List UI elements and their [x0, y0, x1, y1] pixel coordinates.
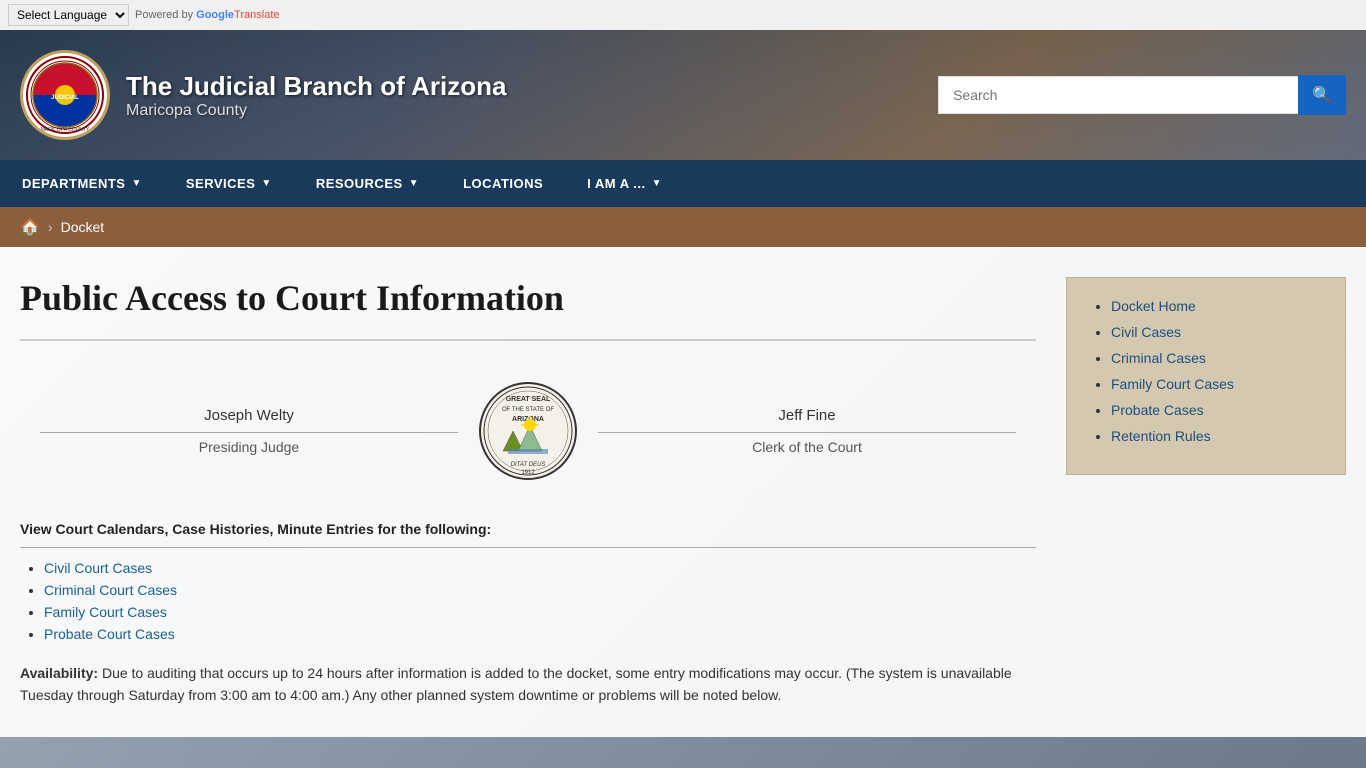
availability-text: Availability: Due to auditing that occur…: [20, 662, 1036, 707]
header-title-block: The Judicial Branch of Arizona Maricopa …: [126, 71, 506, 120]
nav-item-resources[interactable]: RESOURCES ▼: [294, 160, 441, 207]
availability-body: Due to auditing that occurs up to 24 hou…: [20, 665, 1012, 703]
officer-divider: [598, 432, 1016, 433]
presiding-judge: Joseph Welty Presiding Judge: [20, 407, 478, 455]
list-item: Civil Cases: [1111, 324, 1321, 340]
nav-item-iam[interactable]: I AM A ... ▼: [565, 160, 684, 207]
list-item: Docket Home: [1111, 298, 1321, 314]
officers-section: Joseph Welty Presiding Judge GREAT SEAL …: [20, 371, 1036, 491]
svg-text:1912: 1912: [521, 470, 535, 476]
presiding-judge-title: Presiding Judge: [20, 439, 478, 455]
page-title: Public Access to Court Information: [20, 277, 1036, 319]
sidebar-family-court-cases-link[interactable]: Family Court Cases: [1111, 376, 1234, 392]
sidebar-probate-cases-link[interactable]: Probate Cases: [1111, 402, 1204, 418]
site-subtitle: Maricopa County: [126, 102, 506, 120]
svg-text:OF THE STATE OF: OF THE STATE OF: [502, 407, 554, 413]
breadcrumb-current: Docket: [61, 219, 105, 235]
search-button[interactable]: 🔍: [1298, 75, 1346, 115]
list-item: Criminal Cases: [1111, 350, 1321, 366]
clerk-of-court: Jeff Fine Clerk of the Court: [578, 407, 1036, 455]
site-title: The Judicial Branch of Arizona: [126, 71, 506, 102]
court-links-heading: View Court Calendars, Case Histories, Mi…: [20, 521, 1036, 537]
chevron-down-icon: ▼: [409, 178, 419, 189]
sidebar-box: Docket Home Civil Cases Criminal Cases F…: [1066, 277, 1346, 475]
header-search-form: 🔍: [938, 75, 1346, 115]
title-divider: [20, 339, 1036, 341]
list-item: Criminal Court Cases: [44, 582, 1036, 598]
search-icon: 🔍: [1312, 87, 1332, 104]
content-area: Public Access to Court Information Josep…: [20, 277, 1066, 707]
main-nav: DEPARTMENTS ▼ SERVICES ▼ RESOURCES ▼ LOC…: [0, 160, 1366, 207]
home-icon[interactable]: 🏠: [20, 217, 40, 237]
list-item: Probate Court Cases: [44, 626, 1036, 642]
chevron-down-icon: ▼: [652, 178, 662, 189]
powered-by-label: Powered by GoogleTranslate: [135, 9, 280, 21]
sidebar: Docket Home Civil Cases Criminal Cases F…: [1066, 277, 1346, 707]
list-item: Civil Court Cases: [44, 560, 1036, 576]
svg-text:GREAT SEAL: GREAT SEAL: [506, 396, 551, 403]
court-links-section: View Court Calendars, Case Histories, Mi…: [20, 521, 1036, 642]
svg-text:MARICOPA COUNTY: MARICOPA COUNTY: [41, 127, 90, 133]
nav-item-services[interactable]: SERVICES ▼: [164, 160, 294, 207]
probate-court-cases-link[interactable]: Probate Court Cases: [44, 626, 175, 642]
language-select[interactable]: Select Language: [8, 4, 129, 26]
civil-court-cases-link[interactable]: Civil Court Cases: [44, 560, 152, 576]
court-links-list: Civil Court Cases Criminal Court Cases F…: [20, 560, 1036, 642]
list-item: Probate Cases: [1111, 402, 1321, 418]
nav-item-departments[interactable]: DEPARTMENTS ▼: [0, 160, 164, 207]
sidebar-list: Docket Home Civil Cases Criminal Cases F…: [1091, 298, 1321, 444]
court-links-divider: [20, 547, 1036, 548]
sidebar-retention-rules-link[interactable]: Retention Rules: [1111, 428, 1211, 444]
availability-label: Availability:: [20, 665, 98, 681]
list-item: Family Court Cases: [44, 604, 1036, 620]
nav-item-locations[interactable]: LOCATIONS: [441, 160, 565, 207]
search-input[interactable]: [938, 76, 1298, 114]
family-court-cases-link[interactable]: Family Court Cases: [44, 604, 167, 620]
chevron-down-icon: ▼: [261, 178, 271, 189]
sidebar-criminal-cases-link[interactable]: Criminal Cases: [1111, 350, 1206, 366]
site-header: JUDICIAL MARICOPA COUNTY The Judicial Br…: [0, 30, 1366, 160]
svg-text:JUDICIAL: JUDICIAL: [51, 95, 79, 101]
criminal-court-cases-link[interactable]: Criminal Court Cases: [44, 582, 177, 598]
list-item: Retention Rules: [1111, 428, 1321, 444]
top-bar: Select Language Powered by GoogleTransla…: [0, 0, 1366, 30]
presiding-judge-name: Joseph Welty: [20, 407, 478, 424]
svg-text:DITAT DEUS: DITAT DEUS: [511, 462, 546, 468]
sidebar-docket-home-link[interactable]: Docket Home: [1111, 298, 1196, 314]
site-logo: JUDICIAL MARICOPA COUNTY: [20, 50, 110, 140]
main-content: Public Access to Court Information Josep…: [0, 247, 1366, 737]
breadcrumb-separator: ›: [48, 219, 53, 235]
chevron-down-icon: ▼: [131, 178, 141, 189]
officer-divider: [40, 432, 458, 433]
sidebar-civil-cases-link[interactable]: Civil Cases: [1111, 324, 1181, 340]
breadcrumb: 🏠 › Docket: [0, 207, 1366, 247]
clerk-name: Jeff Fine: [578, 407, 1036, 424]
header-content: JUDICIAL MARICOPA COUNTY The Judicial Br…: [20, 50, 938, 140]
state-seal: GREAT SEAL OF THE STATE OF ARIZONA DIT: [478, 381, 578, 481]
clerk-title: Clerk of the Court: [578, 439, 1036, 455]
list-item: Family Court Cases: [1111, 376, 1321, 392]
